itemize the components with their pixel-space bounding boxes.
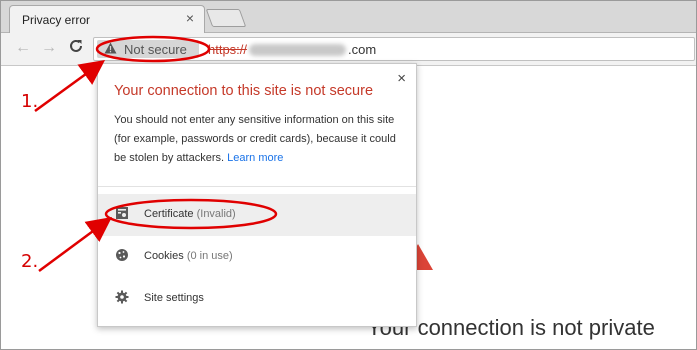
close-icon[interactable]: × xyxy=(397,70,406,87)
cookie-icon xyxy=(114,248,130,264)
tab-close-icon[interactable]: × xyxy=(186,10,194,26)
certificate-status: (Invalid) xyxy=(196,208,236,220)
reload-icon[interactable] xyxy=(68,38,84,59)
cookies-label-text: Cookies xyxy=(144,250,184,262)
forward-arrow-icon[interactable]: → xyxy=(41,39,57,57)
popup-title: Your connection to this site is not secu… xyxy=(114,83,374,99)
cookies-count: (0 in use) xyxy=(186,250,233,262)
url-scheme: https:// xyxy=(208,42,248,57)
url-host-redacted xyxy=(249,44,346,56)
cookies-row[interactable]: Cookies (0 in use) xyxy=(98,236,416,278)
site-settings-row[interactable]: Site settings xyxy=(98,278,416,320)
new-tab-button[interactable] xyxy=(205,9,247,27)
gear-icon xyxy=(114,290,130,306)
toolbar: ← → Not secure https:// .com xyxy=(1,33,696,66)
popup-body: You should not enter any sensitive infor… xyxy=(114,111,406,168)
divider xyxy=(98,186,416,187)
tab-privacy-error[interactable]: Privacy error × xyxy=(9,5,205,34)
warning-triangle-icon xyxy=(104,42,117,57)
certificate-label: Certificate (Invalid) xyxy=(144,208,236,220)
site-settings-label: Site settings xyxy=(144,292,204,304)
address-bar[interactable]: Not secure https:// .com xyxy=(93,37,695,61)
annotation-arrow-1 xyxy=(34,60,106,113)
certificate-icon xyxy=(114,206,130,222)
site-info-popup: × Your connection to this site is not se… xyxy=(97,63,417,327)
certificate-label-text: Certificate xyxy=(144,208,194,220)
tab-strip: Privacy error × xyxy=(1,1,696,34)
not-secure-chip[interactable]: Not secure xyxy=(97,40,199,58)
tab-title: Privacy error xyxy=(22,13,91,27)
cookies-label: Cookies (0 in use) xyxy=(144,250,233,262)
step-1-label: 1. xyxy=(21,91,39,112)
not-secure-label: Not secure xyxy=(124,42,187,57)
url-tld: .com xyxy=(348,42,377,57)
step-2-label: 2. xyxy=(21,251,39,272)
back-arrow-icon[interactable]: ← xyxy=(15,39,31,57)
learn-more-link[interactable]: Learn more xyxy=(227,152,283,164)
certificate-row[interactable]: Certificate (Invalid) xyxy=(98,194,416,236)
browser-window: Privacy error × ← → Not secure https:// … xyxy=(0,0,697,350)
